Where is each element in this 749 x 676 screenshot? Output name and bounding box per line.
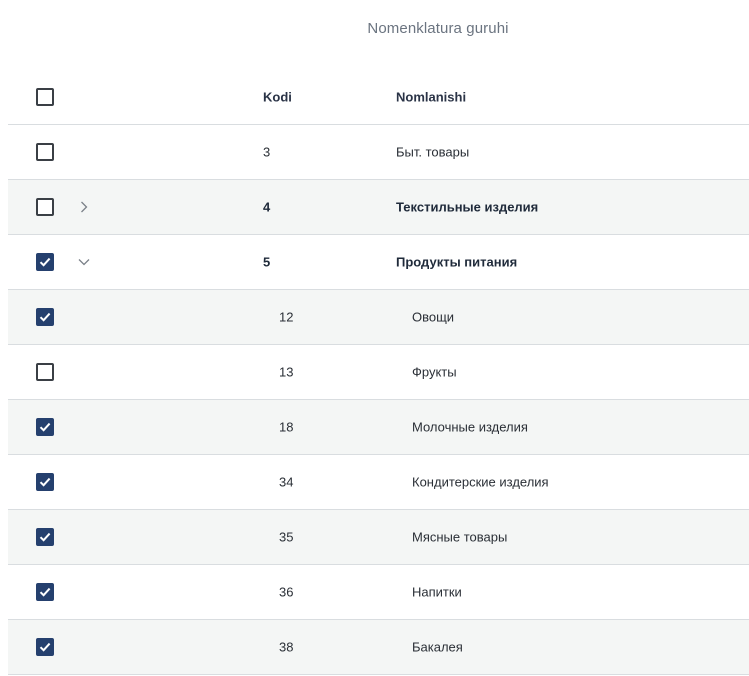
- chevron-right-icon[interactable]: [76, 199, 92, 215]
- chevron-down-icon[interactable]: [76, 254, 92, 270]
- cell-name: Фрукты: [412, 364, 457, 380]
- cell-code: 38: [279, 639, 294, 655]
- row-checkbox[interactable]: [36, 198, 54, 216]
- table-header: Kodi Nomlanishi: [8, 70, 749, 125]
- table-row[interactable]: 13 Фрукты: [8, 345, 749, 400]
- cell-name: Быт. товары: [396, 144, 470, 160]
- check-icon: [39, 422, 51, 432]
- nomenclature-table: Kodi Nomlanishi 3 Быт. товары 4 Текстильные…: [8, 70, 749, 675]
- table-row[interactable]: 4 Текстильные изделия: [8, 180, 749, 235]
- row-checkbox[interactable]: [36, 583, 54, 601]
- table-row[interactable]: 35 Мясные товары: [8, 510, 749, 565]
- cell-name: Мясные товары: [412, 529, 508, 545]
- select-all-checkbox[interactable]: [36, 88, 54, 106]
- table-row[interactable]: 18 Молочные изделия: [8, 400, 749, 455]
- cell-name: Текстильные изделия: [396, 199, 539, 215]
- row-checkbox[interactable]: [36, 638, 54, 656]
- check-icon: [39, 587, 51, 597]
- cell-code: 13: [279, 364, 294, 380]
- row-checkbox[interactable]: [36, 473, 54, 491]
- cell-name: Овощи: [412, 309, 455, 325]
- row-checkbox[interactable]: [36, 143, 54, 161]
- cell-code: 35: [279, 529, 294, 545]
- cell-code: 36: [279, 584, 294, 600]
- cell-code: 34: [279, 474, 294, 490]
- row-checkbox[interactable]: [36, 308, 54, 326]
- row-checkbox[interactable]: [36, 418, 54, 436]
- cell-name: Бакалея: [412, 639, 463, 655]
- cell-code: 3: [263, 144, 271, 160]
- table-row[interactable]: 12 Овощи: [8, 290, 749, 345]
- column-header-name[interactable]: Nomlanishi: [396, 90, 466, 105]
- cell-code: 4: [263, 199, 271, 215]
- check-icon: [39, 477, 51, 487]
- check-icon: [39, 312, 51, 322]
- page-title: Nomenklatura guruhi: [367, 20, 509, 37]
- column-header-code[interactable]: Kodi: [263, 90, 292, 105]
- cell-code: 18: [279, 419, 294, 435]
- table-row[interactable]: 5 Продукты питания: [8, 235, 749, 290]
- cell-code: 12: [279, 309, 294, 325]
- cell-name: Кондитерские изделия: [412, 474, 549, 490]
- cell-name: Продукты питания: [396, 254, 518, 270]
- cell-name: Молочные изделия: [412, 419, 528, 435]
- table-row[interactable]: 38 Бакалея: [8, 620, 749, 675]
- check-icon: [39, 642, 51, 652]
- check-icon: [39, 532, 51, 542]
- cell-name: Напитки: [412, 584, 462, 600]
- table-row[interactable]: 34 Кондитерские изделия: [8, 455, 749, 510]
- row-checkbox[interactable]: [36, 363, 54, 381]
- check-icon: [39, 257, 51, 267]
- row-checkbox[interactable]: [36, 528, 54, 546]
- table-row[interactable]: 36 Напитки: [8, 565, 749, 620]
- row-checkbox[interactable]: [36, 253, 54, 271]
- table-row[interactable]: 3 Быт. товары: [8, 125, 749, 180]
- cell-code: 5: [263, 254, 271, 270]
